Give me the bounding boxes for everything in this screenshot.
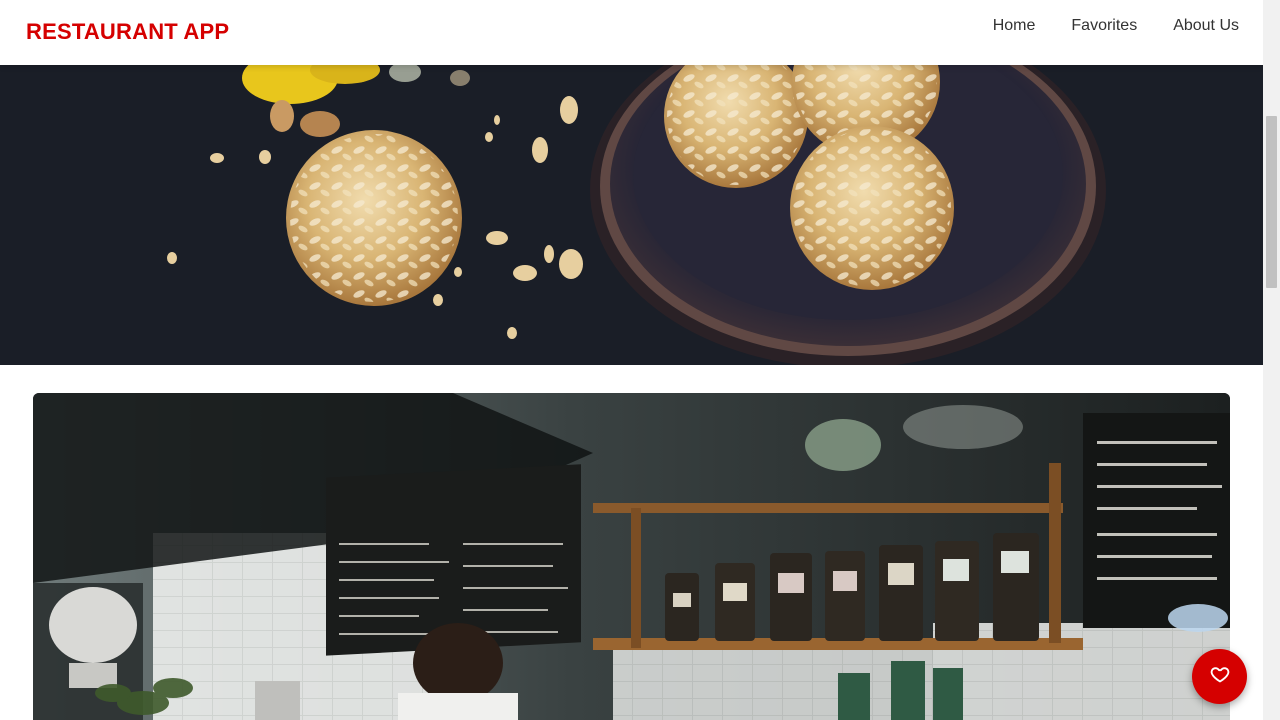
app-bar: RESTAURANT APP Home Favorites About Us: [0, 0, 1263, 65]
page-scrollbar[interactable]: [1263, 0, 1280, 720]
scrollbar-thumb[interactable]: [1266, 116, 1277, 288]
page: RESTAURANT APP Home Favorites About Us: [0, 0, 1263, 720]
nav-favorites[interactable]: Favorites: [1053, 0, 1155, 52]
favorite-button[interactable]: [1192, 649, 1247, 704]
nav-about-us[interactable]: About Us: [1155, 0, 1257, 52]
brand-logo[interactable]: RESTAURANT APP: [26, 19, 229, 45]
nav-home[interactable]: Home: [975, 0, 1054, 52]
heart-icon: [1210, 664, 1230, 689]
restaurant-card-image[interactable]: [33, 393, 1230, 720]
main-nav: Home Favorites About Us: [975, 0, 1257, 52]
